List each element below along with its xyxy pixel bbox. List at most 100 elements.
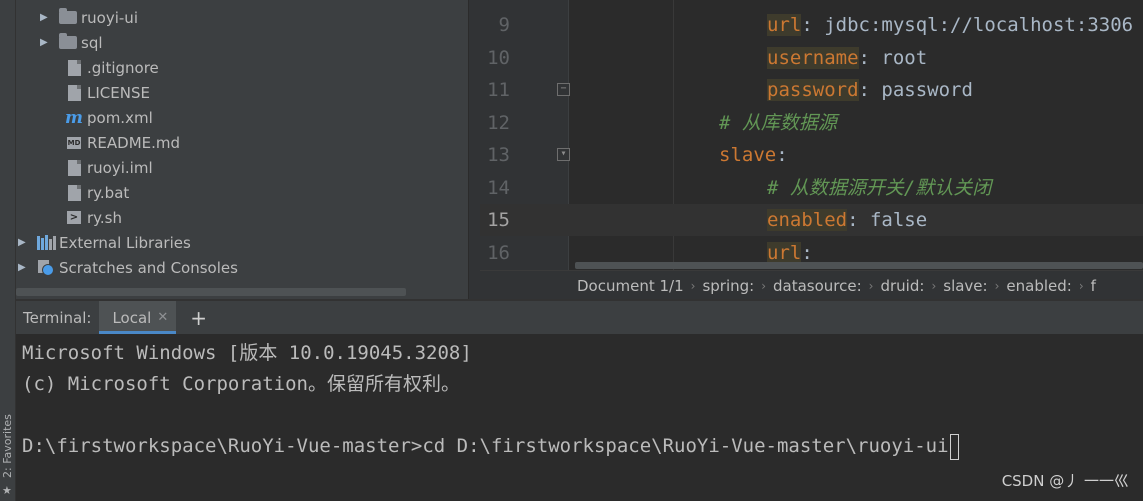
expand-arrow-icon[interactable]: ▶ [40,12,54,23]
line-number: 14 [487,177,510,199]
breadcrumb-item[interactable]: f [1084,277,1103,295]
breadcrumb-item[interactable]: Document 1/1 [570,277,691,295]
expand-arrow-icon[interactable]: ▶ [18,237,32,248]
fold-collapse-icon[interactable]: − [557,83,570,96]
folder-icon [58,33,78,52]
yaml-separator: : [801,242,813,264]
terminal-line: Microsoft Windows [版本 10.0.19045.3208] [22,342,472,364]
tree-item-label: External Libraries [59,233,191,252]
left-tool-strip: 2: Favorites ★ [0,0,16,501]
scratches-icon [36,259,56,277]
yaml-value: root [881,47,928,69]
line-number: 13 [487,144,510,166]
tree-item-sql[interactable]: ▶ sql [40,30,103,55]
code-line-12[interactable]: 12 # 从库数据源 [480,107,1143,139]
expand-arrow-icon[interactable]: ▶ [18,262,32,273]
breadcrumb-item[interactable]: druid: [873,277,931,295]
terminal-prompt-line[interactable]: D:\firstworkspace\RuoYi-Vue-master>cd D:… [22,431,959,462]
yaml-value: jdbc:mysql://localhost:3306 [824,14,1134,36]
project-horizontal-scrollbar[interactable] [16,288,406,296]
tree-item-label: sql [81,33,103,52]
line-number: 16 [487,242,510,264]
favorites-label: 2: Favorites [1,414,14,478]
breadcrumb-item[interactable]: enabled: [999,277,1078,295]
tree-item-external-libraries[interactable]: ▶ External Libraries [18,230,191,255]
csdn-watermark: CSDN @丿 一一巛 [1001,472,1129,490]
bat-file-icon [64,184,84,202]
code-line-11[interactable]: 11 − password: password [480,74,1143,106]
star-icon: ★ [2,484,12,497]
tree-item-label: README.md [87,133,181,152]
tree-item-label: LICENSE [87,83,150,102]
close-icon[interactable]: ✕ [157,310,168,325]
tree-item-ruoyi-iml[interactable]: ruoyi.iml [64,155,153,180]
tree-item-label: ry.sh [87,208,122,227]
terminal-line: (c) Microsoft Corporation。保留所有权利。 [22,373,460,395]
library-icon [36,234,56,252]
yaml-key: url [767,242,802,264]
yaml-value: password [881,79,973,101]
code-line-15[interactable]: 15 enabled: false [480,204,1143,236]
breadcrumb-item[interactable]: datasource: [766,277,869,295]
maven-icon: m [65,107,83,128]
folder-icon [58,8,78,27]
tree-item-license[interactable]: LICENSE [64,80,150,105]
breadcrumb: Document 1/1 › spring: › datasource: › d… [480,270,1143,300]
tree-item-ruoyi-ui[interactable]: ▶ ruoyi-ui [40,5,138,30]
iml-file-icon [64,159,84,177]
line-number: 12 [487,112,510,134]
tree-item-label: ry.bat [87,183,130,202]
favorites-tool-button[interactable]: 2: Favorites ★ [0,408,15,498]
tree-item-gitignore[interactable]: .gitignore [64,55,159,80]
markdown-file-icon: MD [66,136,82,149]
terminal-output[interactable]: Microsoft Windows [版本 10.0.19045.3208] (… [16,334,1143,501]
breadcrumb-item[interactable]: spring: [695,277,761,295]
text-file-icon [64,84,84,102]
new-terminal-button[interactable]: + [190,306,207,330]
tree-item-label: .gitignore [87,58,159,77]
terminal-title: Terminal: [23,308,92,327]
yaml-key: username [767,47,859,69]
yaml-separator: : [847,209,870,231]
yaml-separator: : [776,144,788,166]
line-number: 11 [487,79,510,101]
tree-item-ry-bat[interactable]: ry.bat [64,180,129,205]
tab-label: Local [112,308,152,327]
tree-item-label: ruoyi.iml [87,158,153,177]
code-line-9[interactable]: 9 url: jdbc:mysql://localhost:3306 [480,9,1143,41]
project-panel: ▶ ruoyi-ui ▶ sql .gitignore LICENSE m po… [16,0,468,299]
yaml-value: false [869,209,928,231]
tree-item-scratches[interactable]: ▶ Scratches and Consoles [18,255,238,280]
yaml-comment: # 从数据源开关/默认关闭 [767,177,992,199]
yaml-key: password [767,79,859,101]
yaml-separator: : [858,79,882,101]
tree-item-readme[interactable]: MD README.md [64,130,180,155]
gitignore-file-icon [64,59,84,77]
yaml-comment: # 从库数据源 [719,112,837,134]
terminal-tab-bar: Terminal: Local ✕ + [16,301,1143,335]
yaml-key: enabled [767,209,848,231]
fold-expand-icon[interactable]: ▾ [557,148,570,161]
yaml-separator: : [801,14,825,36]
code-editor[interactable]: 9 url: jdbc:mysql://localhost:3306 10 us… [480,0,1143,270]
tree-item-label: ruoyi-ui [81,8,138,27]
editor-horizontal-scrollbar[interactable] [575,262,1143,269]
breadcrumb-item[interactable]: slave: [936,277,994,295]
tree-item-label: pom.xml [87,108,153,127]
code-line-10[interactable]: 10 username: root [480,42,1143,74]
tree-item-label: Scratches and Consoles [59,258,238,277]
yaml-key: slave [719,144,777,166]
expand-arrow-icon[interactable]: ▶ [40,37,54,48]
code-line-13[interactable]: 13 ▾ slave: [480,139,1143,171]
terminal-command: D:\firstworkspace\RuoYi-Vue-master>cd D:… [22,435,949,457]
tab-local[interactable]: Local ✕ [99,301,177,334]
tree-item-ry-sh[interactable]: > ry.sh [64,205,122,230]
text-cursor [949,433,959,460]
code-line-14[interactable]: 14 # 从数据源开关/默认关闭 [480,172,1143,204]
shell-file-icon: > [64,209,84,227]
line-number: 9 [498,14,510,36]
line-number: 15 [487,209,510,231]
tree-item-pom[interactable]: m pom.xml [64,105,153,130]
yaml-separator: : [858,47,882,69]
yaml-key: url [767,14,802,36]
